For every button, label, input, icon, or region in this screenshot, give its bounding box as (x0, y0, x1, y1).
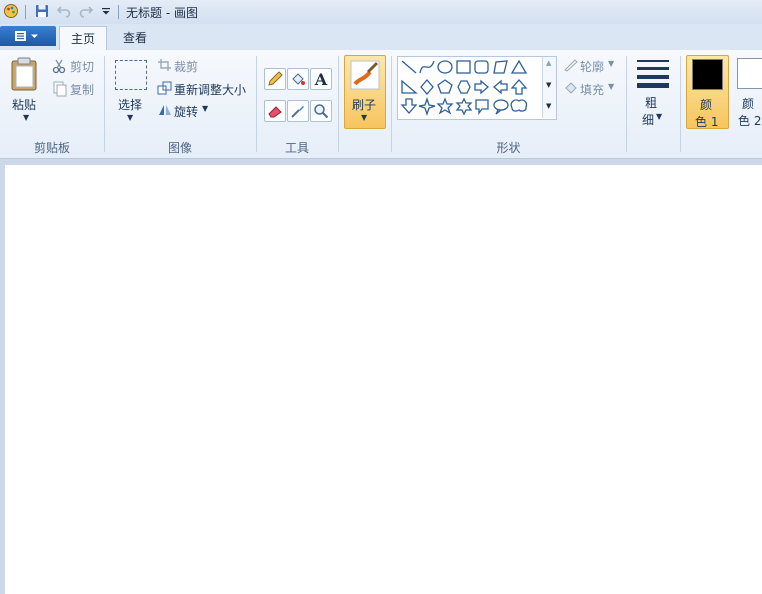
size-label-bottom[interactable]: 细 (642, 111, 654, 128)
rotate-button[interactable]: 旋转 (174, 103, 198, 120)
cut-button[interactable]: 剪切 (70, 58, 94, 75)
line-shape-icon (401, 60, 417, 74)
rectangle-shape-icon (456, 60, 471, 74)
outline-dropdown-arrow-icon[interactable]: ▼ (608, 59, 614, 68)
curve-shape-icon (419, 60, 435, 74)
crop-icon[interactable] (157, 58, 173, 72)
drawing-canvas[interactable] (5, 165, 762, 594)
customize-qat-icon[interactable] (98, 3, 114, 19)
color2-label-top: 颜 (742, 97, 755, 111)
left-arrow-shape-icon (493, 79, 508, 95)
outline-icon[interactable] (563, 58, 579, 72)
tab-view[interactable]: 查看 (110, 26, 160, 50)
pentagon-shape-icon (437, 79, 453, 94)
clipboard-group-label: 剪贴板 (33, 141, 70, 155)
diamond-shape-icon (420, 79, 434, 95)
color1-button[interactable]: 颜 色 1 (686, 55, 729, 129)
hexagon-shape-icon (457, 80, 471, 94)
cloud-callout-shape-icon (510, 99, 528, 112)
select-button[interactable] (115, 60, 147, 90)
window-title: 无标题 - 画图 (126, 6, 198, 20)
color1-swatch (692, 59, 723, 90)
four-point-star-shape-icon (418, 96, 436, 117)
tools-group-label: 工具 (284, 141, 309, 155)
select-dropdown-arrow-icon[interactable]: ▼ (127, 113, 133, 122)
color1-label-top: 颜 (700, 98, 713, 112)
crop-button[interactable]: 裁剪 (174, 58, 198, 75)
redo-icon[interactable] (78, 3, 94, 19)
right-arrow-shape-icon (474, 79, 489, 95)
resize-button[interactable]: 重新调整大小 (174, 81, 246, 98)
resize-icon[interactable] (157, 81, 173, 95)
ribbon-home: 粘贴 ▼ 剪切 复制 剪贴板 选择 ▼ 裁剪 重新调整大小 旋转 ▼ 图像 A … (0, 50, 762, 159)
fill-button[interactable]: 填充 (580, 81, 604, 98)
image-group-label: 图像 (167, 141, 192, 155)
fill-bucket-icon[interactable] (287, 68, 309, 90)
paste-dropdown-arrow-icon[interactable]: ▼ (23, 113, 29, 122)
save-icon[interactable] (34, 3, 50, 19)
select-label[interactable]: 选择 (118, 96, 142, 113)
color2-button[interactable]: 颜 色 2 (732, 55, 762, 128)
tab-home[interactable]: 主页 (59, 26, 107, 51)
undo-icon[interactable] (56, 3, 72, 19)
copy-button[interactable]: 复制 (70, 81, 94, 98)
rotate-icon[interactable] (157, 103, 173, 117)
paste-button[interactable] (8, 56, 44, 96)
rotate-dropdown-arrow-icon[interactable]: ▼ (202, 104, 208, 113)
line-size-icon[interactable] (633, 58, 673, 88)
paint-app-icon[interactable] (3, 3, 19, 19)
six-point-star-shape-icon (455, 97, 473, 116)
paste-label[interactable]: 粘贴 (12, 96, 36, 113)
oval-callout-shape-icon (493, 99, 509, 115)
rounded-rectangle-shape-icon (474, 60, 489, 74)
size-label-top[interactable]: 粗 (645, 94, 657, 111)
scroll-up-icon[interactable]: ▲ (546, 59, 551, 67)
brush-label[interactable]: 刷子 (352, 96, 376, 113)
text-tool-icon[interactable]: A (310, 68, 332, 90)
color2-label-bottom: 色 2 (738, 114, 762, 128)
shapes-gallery-scrollbar[interactable]: ▲ ▼ ▼ (542, 57, 556, 118)
fill-icon[interactable] (563, 81, 579, 95)
scissors-icon[interactable] (52, 58, 68, 74)
up-arrow-shape-icon (510, 79, 528, 95)
polygon-shape-icon (493, 60, 508, 74)
gallery-expand-icon[interactable]: ▼ (546, 102, 551, 110)
scroll-down-icon[interactable]: ▼ (546, 81, 551, 89)
triangle-shape-icon (510, 59, 528, 74)
title-bar: 无标题 - 画图 (0, 0, 762, 24)
brush-dropdown-arrow-icon[interactable]: ▼ (361, 113, 367, 122)
oval-shape-icon (437, 60, 453, 74)
rounded-callout-shape-icon (475, 99, 489, 115)
pencil-icon[interactable] (264, 68, 286, 90)
color1-label-bottom: 色 1 (695, 115, 719, 129)
magnifier-icon[interactable] (310, 100, 332, 122)
shapes-group-label: 形状 (496, 141, 521, 155)
eraser-icon[interactable] (264, 100, 286, 122)
five-point-star-shape-icon (436, 97, 454, 115)
color-picker-icon[interactable] (287, 100, 309, 122)
shapes-gallery[interactable]: ▲ ▼ ▼ (397, 56, 557, 120)
right-triangle-shape-icon (401, 79, 418, 94)
outline-button[interactable]: 轮廓 (580, 58, 604, 75)
copy-icon[interactable] (52, 81, 68, 97)
color2-swatch (737, 58, 762, 89)
size-dropdown-arrow-icon[interactable]: ▼ (656, 112, 662, 121)
down-arrow-shape-icon (400, 98, 418, 114)
ribbon-tab-row: 主页 查看 (0, 24, 762, 51)
paint-menu-button[interactable] (0, 26, 56, 46)
fill-dropdown-arrow-icon[interactable]: ▼ (608, 82, 614, 91)
